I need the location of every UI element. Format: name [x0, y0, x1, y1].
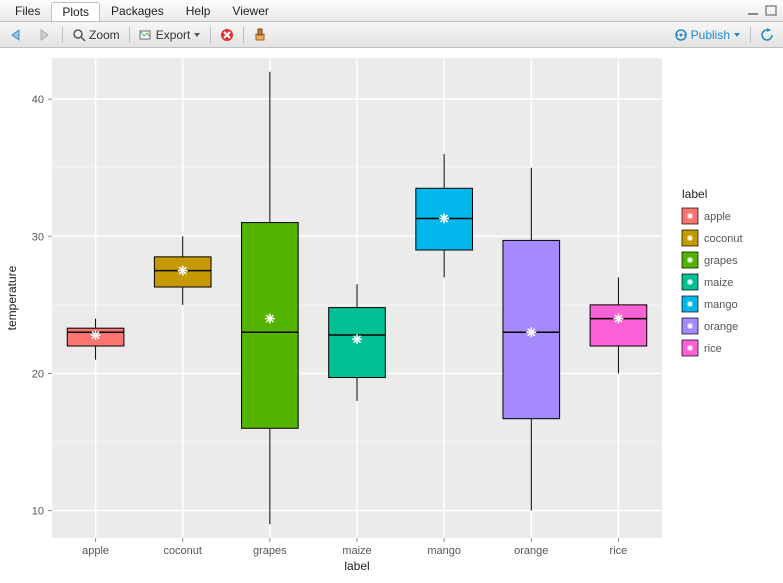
mean-star	[352, 334, 362, 344]
y-tick-label: 10	[32, 506, 44, 518]
y-tick-label: 20	[32, 368, 44, 380]
next-plot-button[interactable]	[34, 27, 56, 43]
tab-files[interactable]: Files	[4, 1, 51, 20]
x-tick-label: rice	[610, 545, 628, 557]
legend-label: coconut	[704, 233, 743, 245]
legend-label: maize	[704, 277, 733, 289]
mean-star	[613, 314, 623, 324]
box-rice	[590, 305, 647, 346]
mean-star	[439, 213, 449, 223]
y-axis-title: temperature	[5, 265, 19, 330]
box-grapes	[242, 223, 299, 429]
clear-plots-button[interactable]	[250, 27, 270, 43]
x-tick-label: grapes	[253, 545, 287, 557]
x-tick-label: maize	[342, 545, 371, 557]
tab-packages[interactable]: Packages	[100, 1, 175, 20]
publish-button[interactable]: Publish	[671, 27, 744, 43]
plot-pane: 10 20 30 40 apple coconut grapes maize mango oran…	[0, 48, 783, 583]
tab-help[interactable]: Help	[175, 1, 222, 20]
refresh-plot-button[interactable]	[757, 27, 777, 43]
x-tick-label: mango	[427, 545, 461, 557]
dropdown-icon	[733, 31, 741, 39]
legend-label: orange	[704, 321, 738, 333]
zoom-label: Zoom	[89, 28, 120, 42]
prev-plot-button[interactable]	[6, 27, 28, 43]
x-tick-label: coconut	[163, 545, 202, 557]
tab-bar: Files Plots Packages Help Viewer	[0, 0, 783, 22]
export-label: Export	[156, 28, 191, 42]
mean-star	[526, 327, 536, 337]
mean-star	[265, 314, 275, 324]
plots-toolbar: Zoom Export Publish	[0, 22, 783, 48]
minimize-pane-icon[interactable]	[747, 6, 761, 16]
legend-label: mango	[704, 299, 738, 311]
maximize-pane-icon[interactable]	[765, 5, 779, 17]
zoom-button[interactable]: Zoom	[69, 27, 123, 43]
remove-plot-button[interactable]	[217, 27, 237, 43]
mean-star	[91, 330, 101, 340]
export-button[interactable]: Export	[136, 27, 205, 43]
x-tick-label: orange	[514, 545, 548, 557]
tab-plots[interactable]: Plots	[51, 2, 100, 21]
y-tick-label: 30	[32, 231, 44, 243]
legend-label: apple	[704, 211, 731, 223]
mean-star	[178, 266, 188, 276]
dropdown-icon	[193, 31, 201, 39]
publish-label: Publish	[691, 28, 730, 42]
y-tick-label: 40	[32, 94, 44, 106]
legend-label: grapes	[704, 255, 738, 267]
x-tick-label: apple	[82, 545, 109, 557]
tab-viewer[interactable]: Viewer	[221, 1, 279, 20]
legend-title: label	[682, 187, 707, 201]
legend-label: rice	[704, 343, 722, 355]
boxplot-chart: 10 20 30 40 apple coconut grapes maize mango oran…	[0, 48, 783, 583]
x-axis-title: label	[344, 559, 369, 573]
